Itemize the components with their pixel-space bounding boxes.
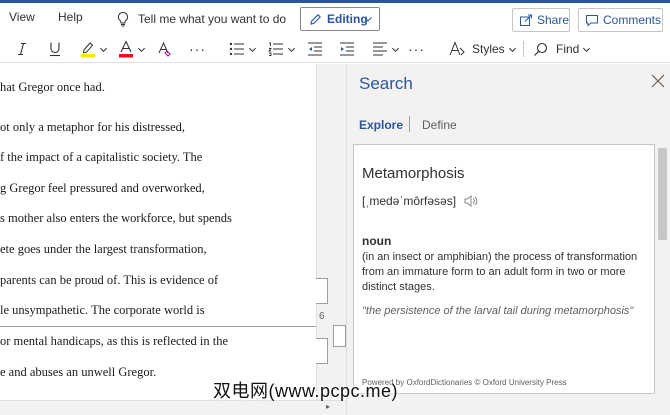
document-line: hat Gregor once had. — [0, 80, 105, 94]
increase-indent-button[interactable] — [339, 39, 355, 59]
page-boundary — [0, 326, 316, 327]
close-icon[interactable] — [650, 73, 666, 89]
numbering-button[interactable] — [268, 39, 296, 59]
tab-define[interactable]: Define — [422, 118, 457, 132]
increase-indent-icon — [340, 42, 354, 56]
document-line: le unsympathetic. The corporate world is — [0, 303, 205, 317]
menu-help[interactable]: Help — [58, 10, 83, 24]
watermark: 双电网(www.pcpc.me) — [213, 381, 399, 401]
find-button[interactable]: Find — [533, 39, 591, 59]
comments-label: Comments — [603, 13, 662, 27]
editing-mode-button[interactable]: Editing — [300, 7, 380, 31]
comments-button[interactable]: Comments — [578, 8, 663, 32]
align-left-icon — [373, 42, 387, 56]
page-number: 6 — [319, 311, 325, 322]
document-line: parents can be proud of. This is evidenc… — [0, 273, 219, 287]
headword: Metamorphosis — [362, 165, 465, 182]
part-of-speech: noun — [362, 234, 392, 248]
highlight-color-button[interactable] — [80, 39, 108, 59]
menu-view[interactable]: View — [9, 10, 35, 24]
find-label: Find — [556, 42, 580, 56]
definition-card: Metamorphosis [ˌmedəˈmôrfəsəs] noun (in … — [353, 144, 655, 394]
underline-icon — [50, 42, 60, 57]
decrease-indent-icon — [308, 42, 322, 56]
search-icon — [534, 42, 548, 56]
pronunciation-text: [ˌmedəˈmôrfəsəs] — [362, 194, 457, 208]
tab-explore[interactable]: Explore — [359, 118, 403, 132]
styles-button[interactable]: Styles — [449, 39, 517, 59]
share-icon — [519, 14, 532, 26]
more-paragraph-options[interactable]: ··· — [408, 39, 425, 59]
scroll-right-arrow[interactable]: ▸ — [322, 402, 334, 413]
chevron-down-icon — [364, 17, 372, 22]
bullets-button[interactable] — [229, 39, 257, 59]
chevron-down-icon — [99, 47, 108, 52]
definition-text: (in an insect or amphibian) the process … — [362, 251, 638, 293]
tell-me-search[interactable]: Tell me what you want to do — [116, 9, 286, 29]
italic-button[interactable] — [16, 39, 28, 59]
chevron-down-icon — [137, 47, 146, 52]
page-thumbnail-marker — [333, 325, 346, 347]
italic-icon — [18, 42, 26, 56]
styles-label: Styles — [472, 42, 505, 56]
chevron-down-icon — [287, 47, 296, 52]
speaker-icon[interactable] — [464, 195, 478, 207]
document-line: s mother also enters the workforce, but … — [0, 211, 232, 225]
comment-marker[interactable] — [316, 278, 328, 304]
comment-icon — [586, 14, 598, 27]
numbered-list-icon — [268, 42, 283, 56]
document-line: g Gregor feel pressured and overworked, — [0, 181, 205, 195]
lightbulb-icon — [117, 11, 129, 27]
chevron-down-icon — [248, 47, 257, 52]
ribbon-toolbar: ··· ··· Styles Find — [0, 33, 670, 63]
pane-scrollbar-thumb[interactable] — [658, 148, 667, 240]
comment-marker[interactable] — [316, 338, 328, 364]
ribbon-menu-row: View Help Tell me what you want to do Ed… — [0, 3, 670, 33]
document-line: ete goes under the largest transformatio… — [0, 242, 207, 256]
more-font-options[interactable]: ··· — [189, 39, 206, 59]
font-color-button[interactable] — [118, 39, 146, 59]
chevron-down-icon — [508, 47, 516, 52]
chevron-down-icon — [583, 47, 591, 52]
tab-separator — [409, 116, 410, 132]
editing-label: Editing — [327, 12, 368, 26]
styles-icon — [449, 41, 465, 56]
document-line: e and abuses an unwell Gregor. — [0, 365, 157, 379]
tell-me-label: Tell me what you want to do — [138, 12, 287, 26]
search-pane-title: Search — [359, 74, 413, 93]
example-sentence: "the persistence of the larval tail duri… — [362, 305, 634, 317]
share-label: Share — [536, 13, 569, 27]
font-color-icon — [119, 40, 133, 58]
pencil-icon — [310, 13, 321, 25]
document-canvas[interactable]: hat Gregor once had. ot only a metaphor … — [0, 64, 316, 400]
highlighter-icon — [81, 42, 95, 58]
share-button[interactable]: Share — [512, 8, 570, 32]
decrease-indent-button[interactable] — [307, 39, 323, 59]
toolbar-divider — [523, 41, 524, 57]
bulleted-list-icon — [229, 42, 244, 56]
clear-formatting-button[interactable] — [157, 39, 173, 59]
alignment-button[interactable] — [372, 39, 400, 59]
chevron-down-icon — [391, 47, 400, 52]
document-line: or mental handicaps, as this is reflecte… — [0, 334, 229, 348]
pronunciation: [ˌmedəˈmôrfəsəs] — [362, 194, 478, 208]
underline-button[interactable] — [48, 39, 62, 59]
document-line: ot only a metaphor for his distressed, — [0, 120, 186, 134]
document-line: f the impact of a capitalistic society. … — [0, 150, 203, 164]
clear-formatting-icon — [158, 41, 171, 57]
